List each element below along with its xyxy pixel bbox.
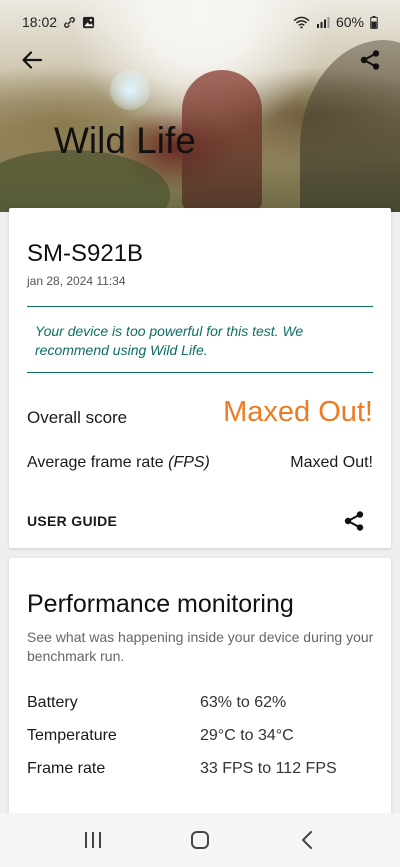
power-notice: Your device is too powerful for this tes… — [27, 306, 373, 373]
performance-description: See what was happening inside your devic… — [27, 629, 374, 664]
perf-row-label: Temperature — [27, 727, 117, 744]
battery-icon — [370, 15, 378, 29]
perf-row-label: Battery — [27, 694, 78, 711]
back-icon — [301, 831, 312, 849]
back-arrow-icon — [22, 51, 43, 69]
perf-row-value: 29°C to 34°C — [200, 727, 294, 744]
status-right: 60% — [293, 14, 378, 30]
perf-row-value: 33 FPS to 112 FPS — [200, 760, 337, 777]
link-icon — [63, 16, 76, 29]
fps-label-text: Average frame rate — [27, 454, 169, 471]
wifi-icon — [293, 16, 310, 29]
home-icon — [190, 831, 209, 849]
device-name: SM-S921B — [27, 240, 144, 267]
system-nav-bar — [0, 813, 400, 867]
fps-label: Average frame rate (FPS) — [27, 454, 210, 472]
perf-row-value: 63% to 62% — [200, 694, 287, 711]
status-bar: 18:02 60% — [0, 0, 400, 44]
hero-art-glow — [110, 70, 150, 110]
perf-row-temperature: Temperature 29°C to 34°C — [27, 727, 377, 749]
hero-art-creature — [300, 40, 400, 212]
image-icon — [82, 16, 95, 29]
fps-unit: (FPS) — [168, 454, 210, 471]
fps-value: Maxed Out! — [290, 454, 373, 471]
system-back-button[interactable] — [287, 820, 327, 860]
status-time: 18:02 — [22, 14, 58, 30]
performance-title: Performance monitoring — [27, 590, 294, 618]
signal-icon — [316, 16, 330, 28]
page-title: Wild Life — [54, 120, 196, 161]
performance-card: Performance monitoring See what was happ… — [9, 558, 391, 828]
perf-row-frame-rate: Frame rate 33 FPS to 112 FPS — [27, 760, 377, 782]
result-card: SM-S921B jan 28, 2024 11:34 Your device … — [9, 208, 391, 548]
status-left: 18:02 — [22, 14, 95, 30]
overall-score-label: Overall score — [27, 408, 128, 427]
back-button[interactable] — [18, 46, 46, 74]
home-button[interactable] — [180, 820, 220, 860]
overall-score-value: Maxed Out! — [223, 396, 373, 428]
share-button[interactable] — [356, 46, 384, 74]
recents-button[interactable] — [73, 820, 113, 860]
perf-row-label: Frame rate — [27, 760, 106, 777]
result-share-button[interactable] — [341, 508, 367, 534]
result-timestamp: jan 28, 2024 11:34 — [27, 274, 126, 288]
share-icon — [360, 50, 380, 70]
recents-icon — [85, 832, 102, 848]
share-icon — [344, 511, 364, 531]
power-notice-text: Your device is too powerful for this tes… — [35, 323, 304, 358]
user-guide-link[interactable]: USER GUIDE — [27, 513, 117, 529]
perf-row-battery: Battery 63% to 62% — [27, 694, 377, 716]
battery-percent: 60% — [335, 14, 364, 30]
